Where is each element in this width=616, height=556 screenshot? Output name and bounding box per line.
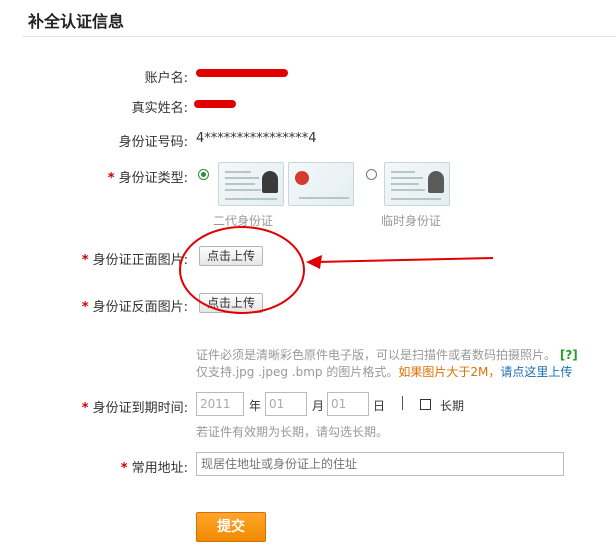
expiry-separator	[402, 396, 403, 410]
id-type-radio-temporary[interactable]	[366, 169, 377, 180]
front-image-label-text: 身份证正面图片:	[92, 253, 188, 268]
real-name-redaction	[194, 100, 236, 108]
annotation-arrow-line	[315, 257, 494, 263]
expiry-hint: 若证件有效期为长期，请勾选长期。	[196, 425, 389, 439]
id-type-option-second-gen-label: 二代身份证	[213, 214, 274, 228]
id-type-radio-second-gen[interactable]	[198, 169, 209, 180]
second-gen-id-card-back-image	[218, 162, 284, 206]
id-number-label: 身份证号码:	[118, 135, 188, 150]
account-name-label: 账户名:	[144, 71, 188, 86]
second-gen-id-card-front-image	[288, 162, 354, 206]
id-type-label: * 身份证类型:	[107, 171, 188, 186]
address-label: * 常用地址:	[120, 461, 188, 476]
large-upload-link[interactable]: 请点这里上传	[500, 365, 572, 379]
upload-hint-text: 证件必须是清晰彩色原件电子版，可以是扫描件或者数码拍摄照片。	[196, 348, 557, 362]
temporary-id-card-image	[384, 162, 450, 206]
id-number-value: 4****************4	[196, 131, 317, 146]
back-image-label: * 身份证反面图片:	[81, 300, 188, 315]
address-input[interactable]	[196, 452, 564, 476]
long-term-label: 长期	[440, 399, 465, 413]
submit-button[interactable]: 提交	[196, 512, 266, 542]
upload-hint-line2: 仅支持.jpg .jpeg .bmp 的图片格式。如果图片大于2M，请点这里上传	[196, 363, 572, 380]
title-divider	[22, 36, 616, 37]
back-image-upload-button[interactable]: 点击上传	[199, 293, 264, 313]
long-term-checkbox[interactable]	[420, 399, 431, 410]
format-hint-text: 仅支持.jpg .jpeg .bmp 的图片格式。	[196, 365, 399, 379]
back-image-label-text: 身份证反面图片:	[92, 300, 188, 315]
page-title: 补全认证信息	[28, 12, 125, 31]
expiry-month-input[interactable]	[265, 392, 307, 416]
size-warning-text: 如果图片大于2M，	[398, 365, 501, 379]
expiry-label: * 身份证到期时间:	[81, 401, 188, 416]
help-icon[interactable]: [?]	[560, 348, 578, 362]
annotation-arrow-head	[306, 255, 322, 269]
year-unit: 年	[249, 399, 262, 413]
front-image-upload-button[interactable]: 点击上传	[199, 246, 264, 266]
id-type-option-temporary-label: 临时身份证	[381, 214, 442, 228]
id-type-label-text: 身份证类型:	[118, 171, 188, 186]
day-unit: 日	[373, 399, 386, 413]
expiry-label-text: 身份证到期时间:	[92, 401, 188, 416]
real-name-label: 真实姓名:	[131, 101, 188, 116]
expiry-day-input[interactable]	[327, 392, 369, 416]
front-image-label: * 身份证正面图片:	[81, 253, 188, 268]
expiry-year-input[interactable]	[196, 392, 244, 416]
account-name-redaction	[196, 69, 288, 77]
month-unit: 月	[312, 399, 325, 413]
upload-hint-line1: 证件必须是清晰彩色原件电子版，可以是扫描件或者数码拍摄照片。 [?]	[196, 346, 578, 363]
address-label-text: 常用地址:	[131, 461, 188, 476]
